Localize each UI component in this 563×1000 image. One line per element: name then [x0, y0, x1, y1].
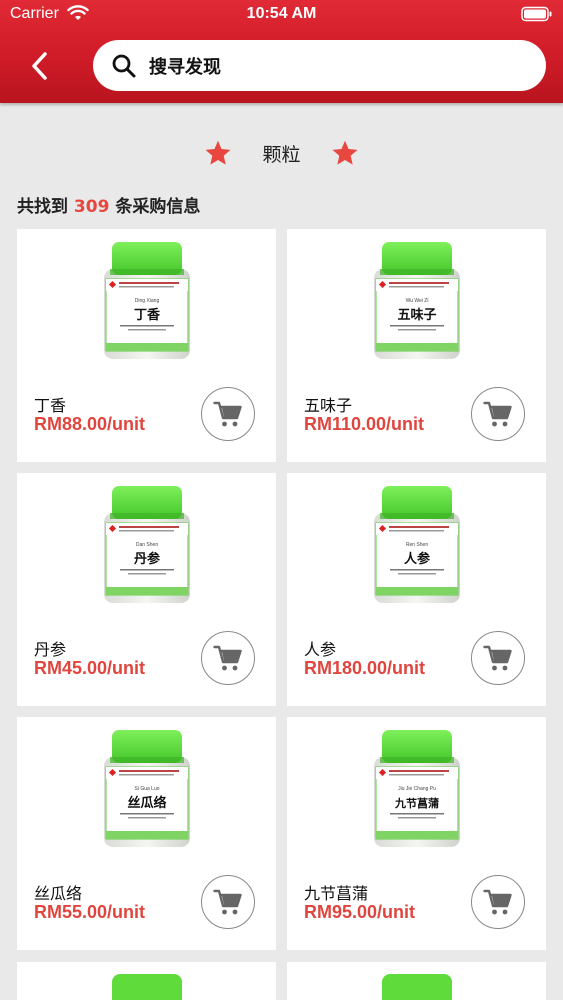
star-icon [206, 140, 231, 165]
product-card[interactable]: Ren Shen 人参 人参 RM180.00/unit [287, 473, 546, 706]
svg-text:Si Gua Luo: Si Gua Luo [134, 786, 159, 792]
svg-text:五味子: 五味子 [397, 307, 436, 323]
product-card-partial[interactable] [17, 962, 276, 1000]
product-price: RM55.00/unit [34, 902, 146, 922]
cart-icon [213, 401, 242, 427]
product-image: Ding Xiang 丁香 [104, 242, 190, 359]
svg-text:人参: 人参 [404, 551, 431, 567]
product-name: 九节菖蒲 [304, 884, 369, 903]
product-price: RM45.00/unit [34, 658, 146, 678]
search-placeholder: 搜寻发现 [149, 56, 221, 78]
result-number: 309 [73, 197, 110, 217]
status-bar: Carrier 10:54 AM [0, 0, 563, 30]
result-count: 共找到 309 条采购信息 [17, 192, 200, 217]
cart-icon [483, 401, 512, 427]
chevron-left-icon [32, 52, 47, 80]
product-name: 丝瓜络 [34, 884, 83, 903]
result-suffix: 条采购信息 [109, 197, 201, 217]
svg-text:丝瓜络: 丝瓜络 [127, 795, 166, 811]
add-to-cart-button[interactable] [201, 387, 255, 441]
cart-icon [213, 889, 242, 915]
svg-text:Ding Xiang: Ding Xiang [135, 298, 160, 304]
product-card[interactable]: Ding Xiang 丁香 丁香 RM88.00/unit [17, 229, 276, 462]
battery-icon [521, 6, 552, 22]
product-price: RM95.00/unit [304, 902, 416, 922]
search-icon [112, 54, 136, 77]
product-image: Ren Shen 人参 [374, 486, 460, 603]
product-image: Jiu Jie Chang Pu 九节菖蒲 [374, 730, 460, 847]
add-to-cart-button[interactable] [471, 631, 525, 685]
category-heading: 颗粒 [0, 136, 563, 170]
cart-icon [483, 889, 512, 915]
product-card[interactable]: Wu Wei Zi 五味子 五味子 RM110.00/unit [287, 229, 546, 462]
product-image: Dan Shen 丹参 [104, 486, 190, 603]
svg-text:九节菖蒲: 九节菖蒲 [394, 796, 439, 810]
svg-text:Wu Wei Zi: Wu Wei Zi [406, 298, 429, 304]
status-time: 10:54 AM [246, 5, 317, 22]
product-image: Wu Wei Zi 五味子 [374, 242, 460, 359]
svg-text:丹参: 丹参 [134, 551, 161, 567]
search-input[interactable]: 搜寻发现 [93, 40, 546, 91]
svg-text:丁香: 丁香 [134, 307, 161, 323]
back-button[interactable] [22, 48, 56, 84]
category-title: 颗粒 [262, 143, 301, 166]
cart-icon [213, 645, 242, 671]
svg-text:Dan Shen: Dan Shen [136, 542, 158, 548]
result-prefix: 共找到 [17, 197, 74, 217]
product-image: Si Gua Luo 丝瓜络 [104, 730, 190, 847]
svg-text:Ren Shen: Ren Shen [406, 542, 428, 548]
product-card[interactable]: Dan Shen 丹参 丹参 RM45.00/unit [17, 473, 276, 706]
product-name: 丁香 [34, 396, 67, 415]
add-to-cart-button[interactable] [471, 875, 525, 929]
product-name: 人参 [304, 640, 337, 659]
product-name: 丹参 [34, 640, 67, 659]
app-header: Carrier 10:54 AM 搜寻发现 [0, 0, 563, 103]
product-image [382, 974, 452, 1000]
add-to-cart-button[interactable] [201, 631, 255, 685]
product-price: RM180.00/unit [304, 658, 426, 678]
add-to-cart-button[interactable] [471, 387, 525, 441]
cart-icon [483, 645, 512, 671]
product-price: RM88.00/unit [34, 414, 146, 434]
add-to-cart-button[interactable] [201, 875, 255, 929]
product-price: RM110.00/unit [304, 414, 425, 434]
product-name: 五味子 [304, 396, 353, 415]
product-card-partial[interactable] [287, 962, 546, 1000]
svg-text:Jiu Jie Chang Pu: Jiu Jie Chang Pu [398, 786, 436, 792]
product-card[interactable]: Jiu Jie Chang Pu 九节菖蒲 九节菖蒲 RM95.00/unit [287, 717, 546, 950]
product-image [112, 974, 182, 1000]
star-icon [332, 140, 357, 165]
product-card[interactable]: Si Gua Luo 丝瓜络 丝瓜络 RM55.00/unit [17, 717, 276, 950]
